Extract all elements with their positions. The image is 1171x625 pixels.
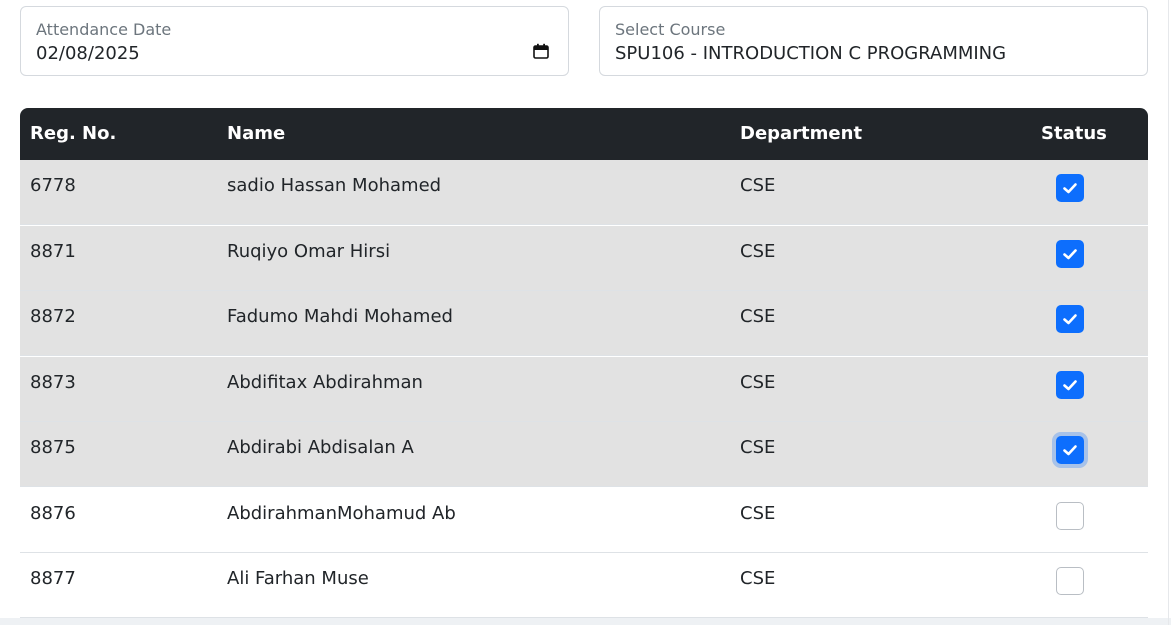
cell-reg-no: 8873 <box>30 371 76 393</box>
cell-reg-no: 8875 <box>30 437 76 458</box>
column-header-department: Department <box>740 123 863 144</box>
course-select-label: Select Course <box>615 20 726 39</box>
cell-reg-no: 6778 <box>30 175 76 196</box>
cell-reg-no: 8876 <box>30 502 76 524</box>
cell-department: CSE <box>740 306 776 327</box>
cell-department: CSE <box>740 371 776 393</box>
bottom-edge <box>0 618 1171 625</box>
table-row: 8875 Abdirabi Abdisalan A CSE <box>20 422 1148 487</box>
column-header-reg-no: Reg. No. <box>30 123 117 144</box>
table-row: 8876 AbdirahmanMohamud Ab CSE <box>20 488 1148 553</box>
status-checkbox[interactable] <box>1056 436 1084 464</box>
cell-reg-no: 8872 <box>30 306 76 327</box>
table-row: 8877 Ali Farhan Muse CSE <box>20 553 1148 618</box>
checkmark-icon <box>1063 314 1077 325</box>
cell-department: CSE <box>740 437 776 458</box>
cell-name: sadio Hassan Mohamed <box>227 175 442 196</box>
attendance-date-field[interactable]: Attendance Date 02/08/2025 <box>20 6 569 76</box>
cell-reg-no: 8877 <box>30 568 76 589</box>
calendar-icon[interactable] <box>533 43 549 59</box>
cell-name: Fadumo Mahdi Mohamed <box>227 306 453 327</box>
attendance-date-label: Attendance Date <box>36 20 172 39</box>
cell-name: Ali Farhan Muse <box>227 568 369 589</box>
cell-name: Ruqiyo Omar Hirsi <box>227 240 391 262</box>
status-checkbox[interactable] <box>1056 174 1084 202</box>
checkmark-icon <box>1063 445 1077 456</box>
cell-name: Abdirabi Abdisalan A <box>227 437 414 458</box>
attendance-date-value[interactable]: 02/08/2025 <box>36 43 140 65</box>
status-checkbox[interactable] <box>1056 305 1084 333</box>
table-header: Reg. No. Name Department Status <box>20 108 1148 160</box>
status-checkbox[interactable] <box>1056 370 1084 399</box>
checkmark-icon <box>1063 183 1077 194</box>
cell-department: CSE <box>740 568 776 589</box>
status-checkbox[interactable] <box>1056 501 1084 530</box>
status-checkbox[interactable] <box>1056 239 1084 268</box>
cell-department: CSE <box>740 502 776 524</box>
course-select-value[interactable]: SPU106 - INTRODUCTION C PROGRAMMING <box>615 43 1006 65</box>
scrollbar-track <box>1168 0 1169 625</box>
checkmark-icon <box>1063 379 1077 390</box>
cell-department: CSE <box>740 240 776 262</box>
attendance-page: Attendance Date 02/08/2025 Select Course… <box>0 0 1171 625</box>
table-row: 8871 Ruqiyo Omar Hirsi CSE <box>20 225 1148 291</box>
column-header-status: Status <box>1041 123 1107 144</box>
cell-department: CSE <box>740 175 776 196</box>
column-header-name: Name <box>227 123 286 144</box>
table-row: 8873 Abdifitax Abdirahman CSE <box>20 356 1148 422</box>
course-select[interactable]: Select Course SPU106 - INTRODUCTION C PR… <box>599 6 1148 76</box>
cell-name: AbdirahmanMohamud Ab <box>227 502 456 524</box>
table-row: 6778 sadio Hassan Mohamed CSE <box>20 160 1148 225</box>
checkmark-icon <box>1063 248 1077 259</box>
cell-name: Abdifitax Abdirahman <box>227 371 423 393</box>
attendance-table: Reg. No. Name Department Status 6778 sadi… <box>20 108 1148 618</box>
cell-reg-no: 8871 <box>30 240 76 262</box>
status-checkbox[interactable] <box>1056 567 1084 595</box>
table-row: 8872 Fadumo Mahdi Mohamed CSE <box>20 291 1148 356</box>
